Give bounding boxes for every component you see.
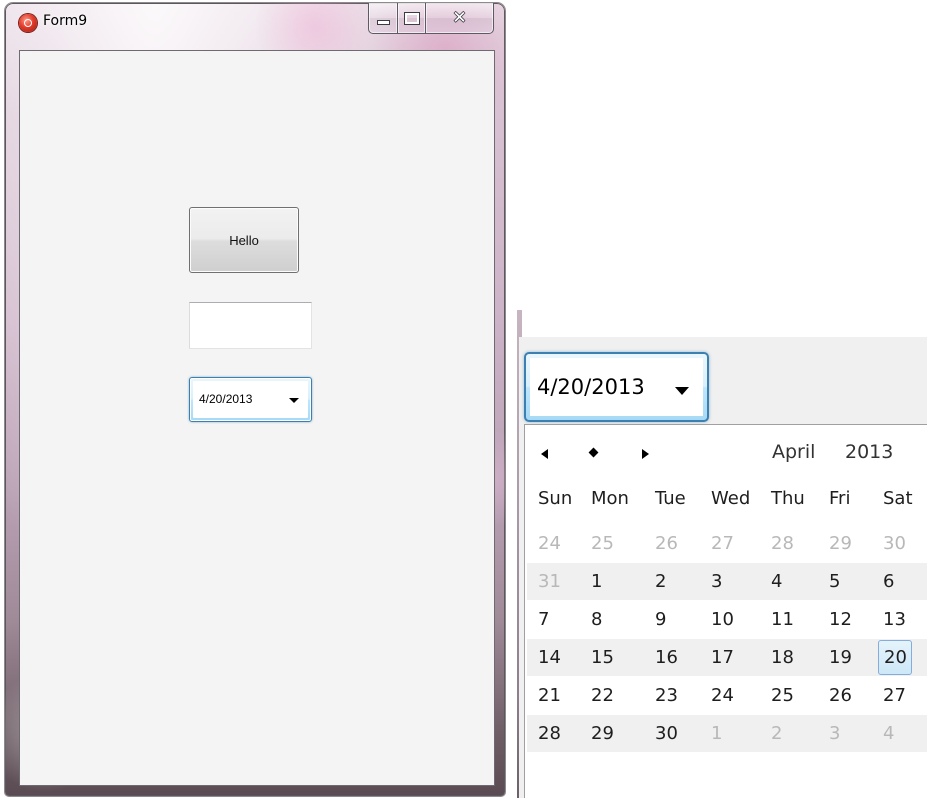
calendar-day[interactable]: 14 — [538, 639, 561, 676]
calendar-day[interactable]: 21 — [538, 677, 561, 714]
weekday-header-row: Sun Mon Tue Wed Thu Fri Sat — [527, 480, 927, 517]
calendar-day[interactable]: 25 — [591, 525, 614, 562]
calendar-week-row: 31 1 2 3 4 5 6 — [527, 563, 927, 600]
calendar-day[interactable]: 5 — [829, 563, 840, 600]
date-picker-large[interactable]: 4/20/2013 — [524, 352, 709, 422]
calendar-day[interactable]: 22 — [591, 677, 614, 714]
dropdown-arrow-icon[interactable] — [289, 398, 299, 403]
dropdown-arrow-icon[interactable] — [675, 387, 689, 395]
calendar-month[interactable]: April — [772, 441, 815, 463]
calendar-week-row: 14 15 16 17 18 19 20 — [527, 639, 927, 676]
date-picker-small-value: 4/20/2013 — [199, 392, 253, 406]
maximize-icon — [403, 11, 420, 25]
minimize-button[interactable] — [368, 3, 397, 34]
calendar-day[interactable]: 15 — [591, 639, 614, 676]
date-picker-small[interactable]: 4/20/2013 — [189, 377, 312, 422]
screenshot-stage: Form9 ✕ Hello 4/20/2013 4/20/2013 April … — [0, 0, 927, 798]
calendar-week-row: 7 8 9 10 11 12 13 — [527, 601, 927, 638]
calendar-day[interactable]: 24 — [538, 525, 561, 562]
calendar-day[interactable]: 24 — [711, 677, 734, 714]
weekday-label: Sat — [883, 488, 913, 509]
calendar-week-row: 21 22 23 24 25 26 27 — [527, 677, 927, 714]
calendar-day[interactable]: 1 — [711, 715, 722, 752]
calendar-day[interactable]: 1 — [591, 563, 602, 600]
hello-button[interactable]: Hello — [189, 207, 299, 273]
calendar-day[interactable]: 18 — [771, 639, 794, 676]
calendar-day[interactable]: 31 — [538, 563, 561, 600]
calendar-day[interactable]: 2 — [771, 715, 782, 752]
calendar-day[interactable]: 27 — [883, 677, 906, 714]
calendar-day[interactable]: 3 — [711, 563, 722, 600]
calendar-day[interactable]: 11 — [771, 601, 794, 638]
calendar-day[interactable]: 19 — [829, 639, 852, 676]
weekday-label: Tue — [655, 488, 686, 509]
calendar-day[interactable]: 9 — [655, 601, 666, 638]
calendar-day[interactable]: 26 — [829, 677, 852, 714]
calendar-day[interactable]: 27 — [711, 525, 734, 562]
calendar-week-row: 28 29 30 1 2 3 4 — [527, 715, 927, 752]
calendar-day[interactable]: 3 — [829, 715, 840, 752]
title-bar[interactable]: Form9 ✕ — [5, 3, 505, 43]
minimize-icon — [376, 19, 390, 25]
maximize-button[interactable] — [397, 3, 425, 34]
calendar-day[interactable]: 30 — [883, 525, 906, 562]
calendar-week-row: 24 25 26 27 28 29 30 — [527, 525, 927, 562]
form-client-area: Hello 4/20/2013 — [19, 50, 495, 786]
calendar-day[interactable]: 4 — [771, 563, 782, 600]
weekday-label: Mon — [591, 488, 629, 509]
calendar-day[interactable]: 30 — [655, 715, 678, 752]
calendar-day[interactable]: 28 — [771, 525, 794, 562]
window-title: Form9 — [43, 13, 88, 29]
weekday-label: Sun — [538, 488, 573, 509]
date-picker-large-value: 4/20/2013 — [537, 375, 645, 399]
calendar-day[interactable]: 6 — [883, 563, 894, 600]
calendar-day[interactable]: 17 — [711, 639, 734, 676]
calendar-day[interactable]: 12 — [829, 601, 852, 638]
calendar-navigation: April 2013 — [525, 435, 927, 471]
calendar-day[interactable]: 2 — [655, 563, 666, 600]
calendar-day[interactable]: 7 — [538, 601, 549, 638]
calendar-day[interactable]: 25 — [771, 677, 794, 714]
calendar-day[interactable]: 29 — [591, 715, 614, 752]
calendar-day[interactable]: 4 — [883, 715, 894, 752]
calendar-popup: April 2013 Sun Mon Tue Wed Thu Fri Sat 24 25 26 27… — [524, 424, 927, 798]
calendar-day-selected[interactable]: 20 — [878, 640, 912, 675]
app-icon[interactable] — [19, 14, 37, 32]
previous-month-icon[interactable] — [541, 449, 548, 459]
weekday-label: Fri — [829, 488, 851, 509]
weekday-label: Thu — [771, 488, 805, 509]
today-diamond-icon[interactable] — [588, 447, 599, 458]
close-button[interactable]: ✕ — [425, 3, 494, 34]
weekday-label: Wed — [711, 488, 751, 509]
text-input[interactable] — [189, 302, 312, 349]
calendar-day[interactable]: 8 — [591, 601, 602, 638]
close-icon: ✕ — [452, 7, 467, 28]
calendar-day[interactable]: 26 — [655, 525, 678, 562]
calendar-day[interactable]: 10 — [711, 601, 734, 638]
calendar-day[interactable]: 13 — [883, 601, 906, 638]
calendar-day[interactable]: 28 — [538, 715, 561, 752]
form9-window: Form9 ✕ Hello 4/20/2013 — [5, 3, 505, 796]
calendar-day[interactable]: 29 — [829, 525, 852, 562]
calendar-day[interactable]: 23 — [655, 677, 678, 714]
next-month-icon[interactable] — [642, 449, 649, 459]
calendar-year[interactable]: 2013 — [845, 441, 893, 463]
calendar-day[interactable]: 16 — [655, 639, 678, 676]
caption-buttons: ✕ — [368, 3, 494, 36]
